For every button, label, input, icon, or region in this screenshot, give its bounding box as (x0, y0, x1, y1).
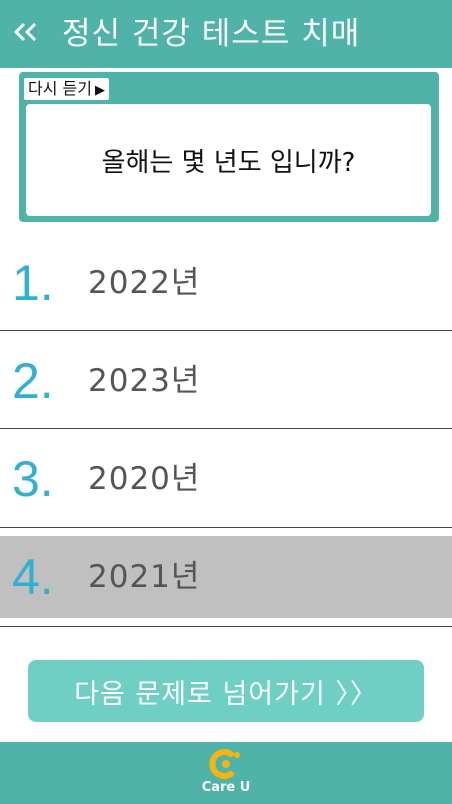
divider (0, 428, 452, 429)
replay-audio-button[interactable]: 다시 듣기 ▶ (24, 78, 109, 100)
page-title: 정신 건강 테스트 치매 (62, 16, 361, 52)
back-button[interactable] (8, 12, 44, 52)
divider (0, 330, 452, 331)
app-header: 정신 건강 테스트 치매 (0, 0, 452, 68)
option-number: 4. (12, 549, 54, 605)
replay-label: 다시 듣기 (28, 79, 92, 98)
question-box: 올해는 몇 년도 입니까? (26, 104, 431, 216)
option-number: 2. (12, 353, 54, 409)
question-text: 올해는 몇 년도 입니까? (101, 147, 356, 178)
next-question-button[interactable]: 다음 문제로 넘어가기 〉〉 (28, 660, 424, 722)
option-label: 2022년 (88, 265, 201, 301)
option-number: 1. (12, 255, 54, 311)
divider (0, 527, 452, 528)
option-number: 3. (12, 451, 54, 507)
footer: Care U (0, 742, 452, 804)
question-card: 다시 듣기 ▶ 올해는 몇 년도 입니까? (19, 72, 439, 222)
divider (0, 626, 452, 627)
logo-text: Care U (201, 780, 251, 795)
option-label: 2021년 (88, 559, 201, 595)
answer-option-2[interactable]: 2. 2023년 (0, 333, 452, 429)
answer-option-3[interactable]: 3. 2020년 (0, 431, 452, 527)
option-label: 2023년 (88, 363, 201, 399)
play-icon: ▶ (94, 83, 105, 98)
answer-option-1[interactable]: 1. 2022년 (0, 235, 452, 331)
answer-option-4[interactable]: 4. 2021년 (0, 536, 452, 618)
care-u-logo-icon (209, 749, 240, 779)
option-label: 2020년 (88, 461, 201, 497)
double-chevron-left-icon (13, 22, 37, 42)
